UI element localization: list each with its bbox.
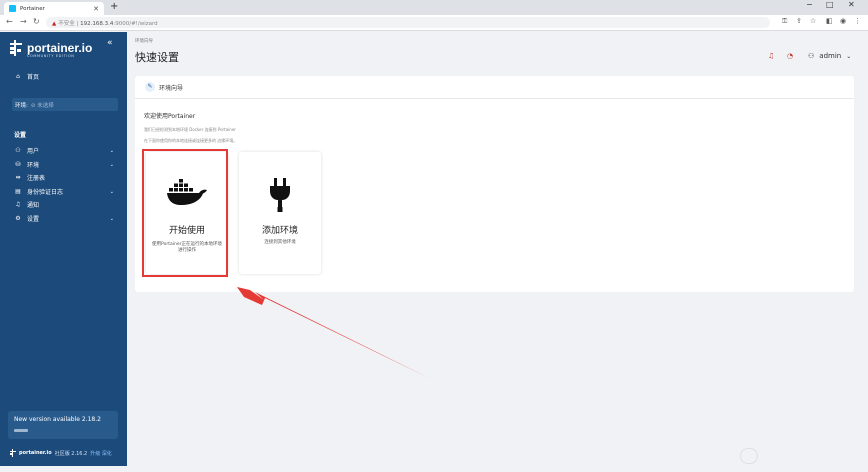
bell-icon: ♫ xyxy=(15,201,21,208)
environment-wizard-panel: ✎ 环境向导 欢迎使用Portainer 我们已经检测到本地环境 Docker … xyxy=(135,76,854,292)
sidebar-item-settings[interactable]: ⚙ 设置 ⌄ xyxy=(14,214,114,223)
screen: Portainer ✕ + − □ ✕ ← → ↻ ▲ 不安全 | 192.168… xyxy=(0,0,868,472)
sidebar-item-label: 首页 xyxy=(27,74,40,81)
plug-icon xyxy=(270,178,290,212)
user-menu[interactable]: ⚇ admin ⌄ xyxy=(808,52,851,60)
settings-section-heading: 设置 xyxy=(14,132,27,139)
sidebar-item-label: 注册表 xyxy=(27,175,46,182)
chevron-down-icon: ⌄ xyxy=(109,188,114,195)
sidebar-item-environments[interactable]: ⛁ 环境 ⌄ xyxy=(14,160,114,169)
browser-tabstrip: Portainer ✕ + − □ ✕ xyxy=(0,0,868,15)
environment-placeholder: ⊘ 未选择 xyxy=(30,102,54,109)
logo-text: portainer.io xyxy=(27,41,93,55)
browser-address-bar: ← → ↻ ▲ 不安全 | 192.168.3.4:9000/#!/wizard … xyxy=(0,15,868,31)
environment-selector[interactable]: 环境: ⊘ 未选择 xyxy=(12,98,118,111)
footer-brand: portainer.io xyxy=(19,450,52,456)
breadcrumb: 环境向导 xyxy=(135,39,153,44)
sidebar-item-label: 环境 xyxy=(27,162,40,169)
maximize-icon[interactable]: □ xyxy=(826,0,834,9)
notification-bell-icon[interactable]: ♫ xyxy=(768,52,774,60)
users-icon: ⚇ xyxy=(15,147,21,154)
update-notice[interactable]: New version available 2.18.2 xyxy=(8,411,118,439)
home-icon: ⌂ xyxy=(16,73,20,80)
portainer-crane-icon xyxy=(10,449,16,457)
collapse-sidebar-icon[interactable]: « xyxy=(107,38,113,48)
key-icon[interactable]: ⚿ xyxy=(782,17,787,26)
help-icon[interactable]: ◔ xyxy=(787,52,793,60)
wizard-description-1: 我们已经检测到本地环境 Docker 连接到 Portainer xyxy=(144,127,236,132)
username: admin xyxy=(819,52,842,60)
logo-subtitle: COMMUNITY EDITION xyxy=(27,54,75,58)
sidebar-footer: portainer.io 社区版 2.16.2 升级 深化 xyxy=(10,449,112,457)
footer-upgrade-link[interactable]: 升级 深化 xyxy=(90,450,112,457)
main-content: 环境向导 快速设置 ♫ ◔ ⚇ admin ⌄ ✎ 环境向导 欢迎使用Porta… xyxy=(127,32,860,466)
profile-icon[interactable]: ◉ xyxy=(840,17,846,25)
footer-version: 社区版 2.16.2 xyxy=(54,450,88,457)
gear-icon: ⚙ xyxy=(15,215,21,222)
chevron-down-icon: ⌄ xyxy=(109,161,114,168)
bookmark-star-icon[interactable]: ☆ xyxy=(810,17,816,25)
url-warning-text: 不安全 xyxy=(58,21,75,27)
sidebar-item-auth-logs[interactable]: ▤ 身份验证日志 ⌄ xyxy=(14,187,114,196)
menu-icon[interactable]: ⋮ xyxy=(854,17,861,25)
add-environment-title: 添加环境 xyxy=(261,226,298,236)
reload-icon[interactable]: ↻ xyxy=(33,17,40,26)
add-environment-description: 连接到其他环境 xyxy=(264,240,296,245)
insecure-warning-icon: ▲ xyxy=(52,21,57,27)
update-link-marker[interactable] xyxy=(14,429,28,432)
welcome-heading: 欢迎使用Portainer xyxy=(144,113,196,120)
portainer-crane-icon xyxy=(10,40,22,56)
share-icon[interactable]: ⇪ xyxy=(796,17,802,25)
portainer-favicon-icon xyxy=(9,5,16,12)
environment-label: 环境: xyxy=(15,102,28,109)
watermark-icon xyxy=(740,448,758,464)
update-notice-text: New version available 2.18.2 xyxy=(14,416,101,423)
wizard-description-2: 在下面你使用你的本地连接或连接更多的 边缘环境。 xyxy=(144,138,238,143)
user-icon: ⚇ xyxy=(808,52,815,60)
sidebar-item-label: 身份验证日志 xyxy=(27,189,64,196)
close-window-icon[interactable]: ✕ xyxy=(848,0,855,9)
sidebar-item-users[interactable]: ⚇ 用户 ⌄ xyxy=(14,146,114,155)
panel-title: 环境向导 xyxy=(159,84,184,92)
back-icon[interactable]: ← xyxy=(6,17,13,26)
chevron-down-icon: ⌄ xyxy=(109,147,114,154)
sidepanel-icon[interactable]: ◧ xyxy=(826,17,833,25)
tab-title: Portainer xyxy=(20,5,45,12)
add-environment-card[interactable]: 添加环境 连接到其他环境 xyxy=(239,152,321,274)
registry-icon: ⇹ xyxy=(15,174,21,181)
url-field[interactable]: ▲ 不安全 | 192.168.3.4:9000/#!/wizard xyxy=(46,17,770,28)
sidebar-item-label: 通知 xyxy=(27,202,40,209)
environments-icon: ⛁ xyxy=(15,161,21,168)
url-host: 192.168.3.4 xyxy=(80,21,114,27)
sidebar-item-notifications[interactable]: ♫ 通知 xyxy=(14,200,114,209)
forward-icon[interactable]: → xyxy=(20,17,27,26)
minimize-icon[interactable]: − xyxy=(806,0,813,9)
wrench-icon: ✎ xyxy=(145,82,155,92)
highlight-box xyxy=(142,149,228,277)
panel-header: ✎ 环境向导 xyxy=(135,76,854,99)
page-title: 快速设置 xyxy=(135,51,179,64)
sidebar: portainer.io COMMUNITY EDITION « ⌂ 首页 环境… xyxy=(0,32,127,466)
sidebar-item-label: 用户 xyxy=(27,148,40,155)
browser-tab[interactable]: Portainer ✕ xyxy=(4,2,104,15)
new-tab-button[interactable]: + xyxy=(110,1,118,12)
sidebar-item-registries[interactable]: ⇹ 注册表 xyxy=(14,173,114,182)
tab-close-icon[interactable]: ✕ xyxy=(93,5,99,13)
logs-icon: ▤ xyxy=(15,188,21,195)
sidebar-item-home[interactable]: ⌂ 首页 xyxy=(14,72,114,81)
sidebar-item-label: 设置 xyxy=(27,216,40,223)
url-path: :9000/#!/wizard xyxy=(113,21,158,27)
chevron-down-icon: ⌄ xyxy=(846,52,852,60)
chevron-down-icon: ⌄ xyxy=(109,215,114,222)
